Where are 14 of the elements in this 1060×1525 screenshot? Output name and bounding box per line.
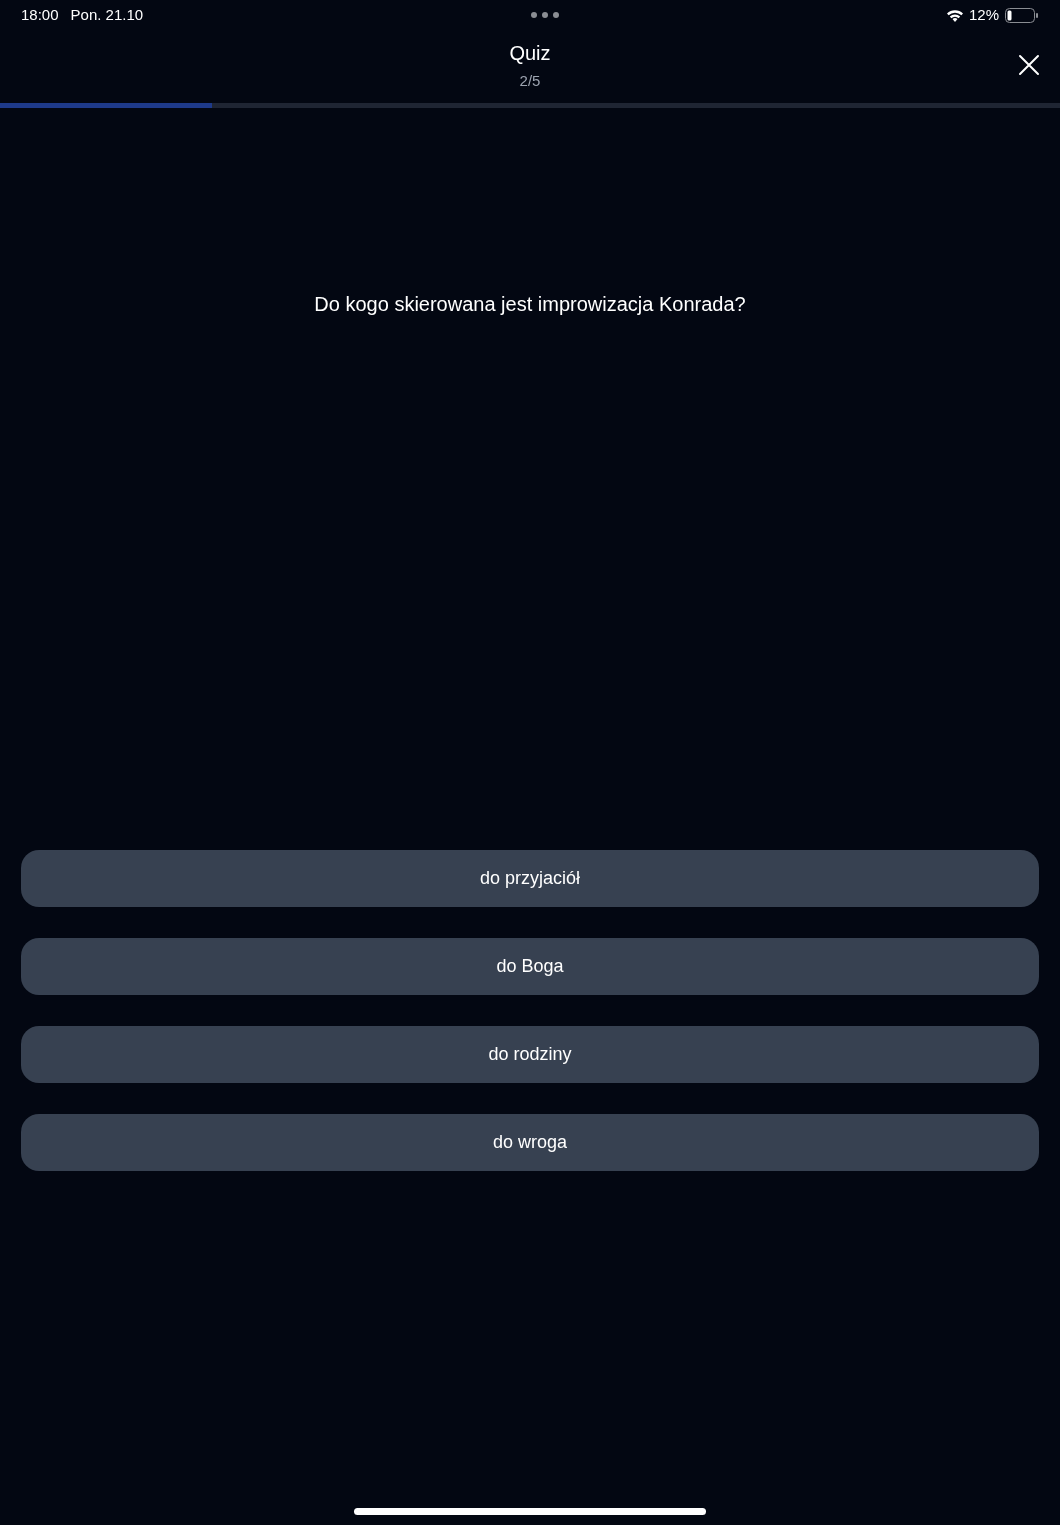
battery-icon [1005, 7, 1039, 23]
wifi-icon [945, 8, 964, 22]
status-time: 18:00 [21, 4, 59, 25]
question-text: Do kogo skierowana jest improwizacja Konrada? [314, 292, 746, 317]
status-date: Pon. 21.10 [70, 4, 144, 25]
answer-button[interactable]: do rodziny [21, 1026, 1039, 1083]
more-dots-icon [530, 12, 559, 18]
question-counter: 2/5 [519, 71, 541, 92]
battery-percent: 12% [968, 4, 999, 25]
answer-button[interactable]: do Boga [21, 938, 1039, 995]
quiz-title: Quiz [509, 41, 551, 67]
answer-button[interactable]: do przyjaciół [21, 850, 1039, 907]
answer-button[interactable]: do wroga [21, 1114, 1039, 1171]
close-button[interactable] [1018, 54, 1040, 76]
